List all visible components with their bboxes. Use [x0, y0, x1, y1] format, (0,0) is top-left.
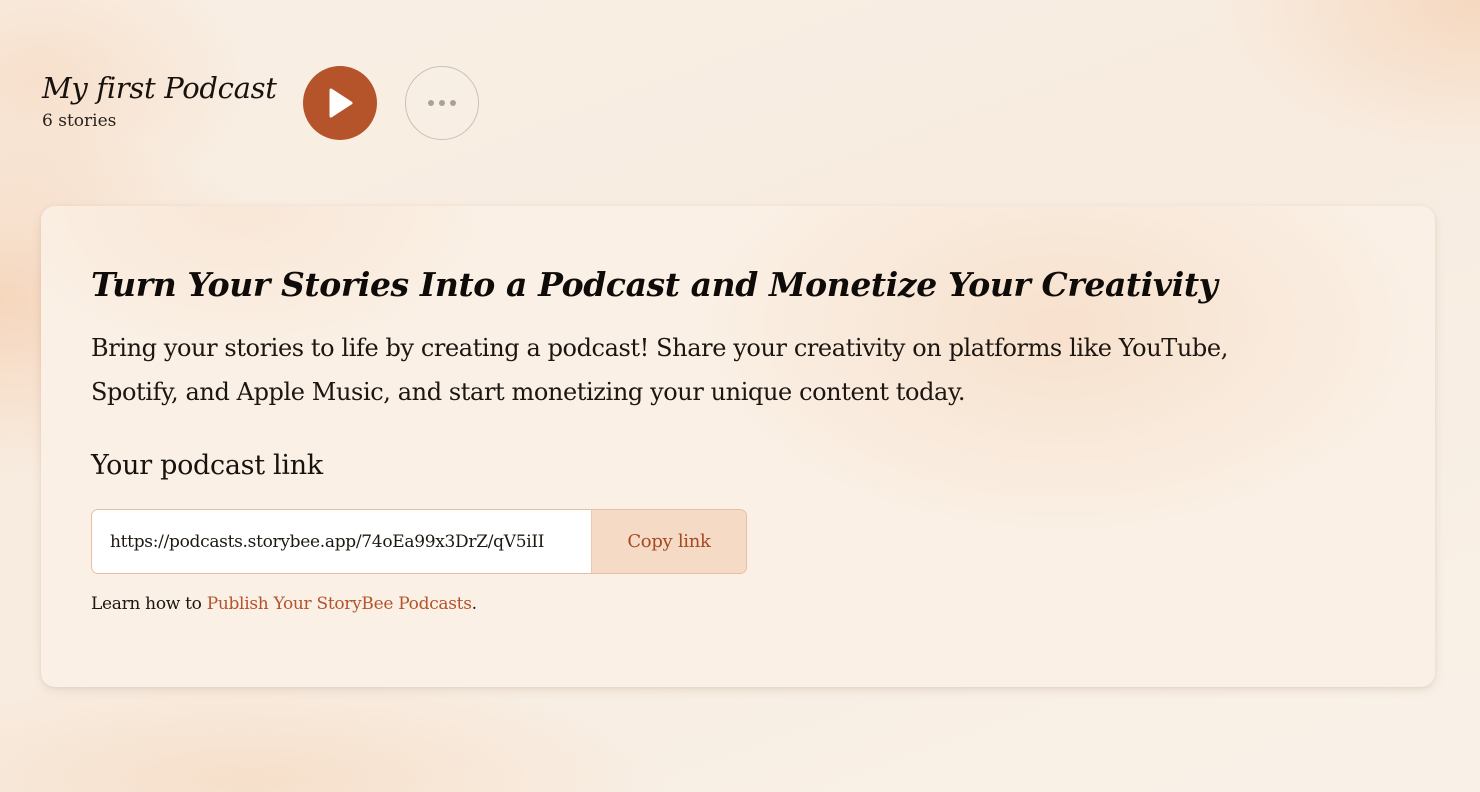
podcast-link-group: Copy link: [91, 509, 747, 574]
help-prefix: Learn how to: [91, 594, 207, 614]
publish-help-text: Learn how to Publish Your StoryBee Podca…: [91, 594, 1385, 614]
podcast-header: My first Podcast 6 stories: [42, 64, 479, 142]
story-count: 6 stories: [42, 111, 117, 131]
promo-title: Turn Your Stories Into a Podcast and Mon…: [91, 265, 1218, 304]
play-button[interactable]: [302, 66, 377, 140]
more-options-button[interactable]: [404, 66, 479, 140]
more-horizontal-icon: [427, 100, 456, 106]
podcast-title: My first Podcast: [42, 71, 277, 105]
play-icon: [329, 88, 353, 118]
podcast-promo-card: Turn Your Stories Into a Podcast and Mon…: [41, 206, 1435, 687]
promo-description: Bring your stories to life by creating a…: [91, 334, 1228, 406]
help-suffix: .: [471, 594, 477, 614]
copy-link-button[interactable]: Copy link: [591, 510, 746, 573]
publish-podcasts-link[interactable]: Publish Your StoryBee Podcasts: [207, 594, 472, 614]
podcast-link-label: Your podcast link: [91, 450, 323, 481]
podcast-link-input[interactable]: [92, 510, 591, 573]
podcast-title-block: My first Podcast 6 stories: [42, 71, 277, 131]
